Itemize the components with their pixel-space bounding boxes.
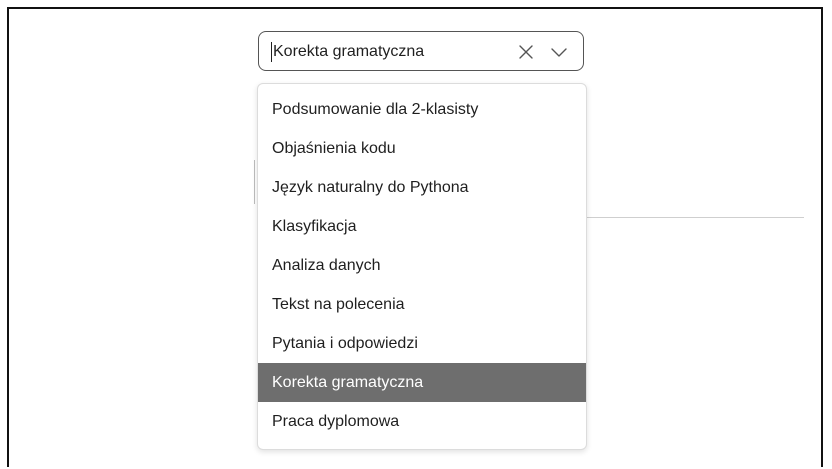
background-divider-horizontal <box>584 217 804 218</box>
options-dropdown: Podsumowanie dla 2-klasisty Objaśnienia … <box>257 83 587 450</box>
close-icon[interactable] <box>518 44 534 60</box>
option-tekst-na-polecenia[interactable]: Tekst na polecenia <box>258 285 586 324</box>
background-divider-vertical <box>254 160 255 204</box>
preset-select[interactable]: Korekta gramatyczna <box>258 31 584 71</box>
text-caret <box>271 42 272 62</box>
option-analiza-danych[interactable]: Analiza danych <box>258 246 586 285</box>
option-korekta-gramatyczna[interactable]: Korekta gramatyczna <box>258 363 586 402</box>
option-jezyk-naturalny[interactable]: Język naturalny do Pythona <box>258 168 586 207</box>
option-pytania-i-odpowiedzi[interactable]: Pytania i odpowiedzi <box>258 324 586 363</box>
option-praca-dyplomowa[interactable]: Praca dyplomowa <box>258 402 586 441</box>
select-value[interactable]: Korekta gramatyczna <box>273 43 424 61</box>
option-klasyfikacja[interactable]: Klasyfikacja <box>258 207 586 246</box>
chevron-down-icon[interactable] <box>550 44 568 60</box>
option-podsumowanie[interactable]: Podsumowanie dla 2-klasisty <box>258 90 586 129</box>
option-objasnienia-kodu[interactable]: Objaśnienia kodu <box>258 129 586 168</box>
